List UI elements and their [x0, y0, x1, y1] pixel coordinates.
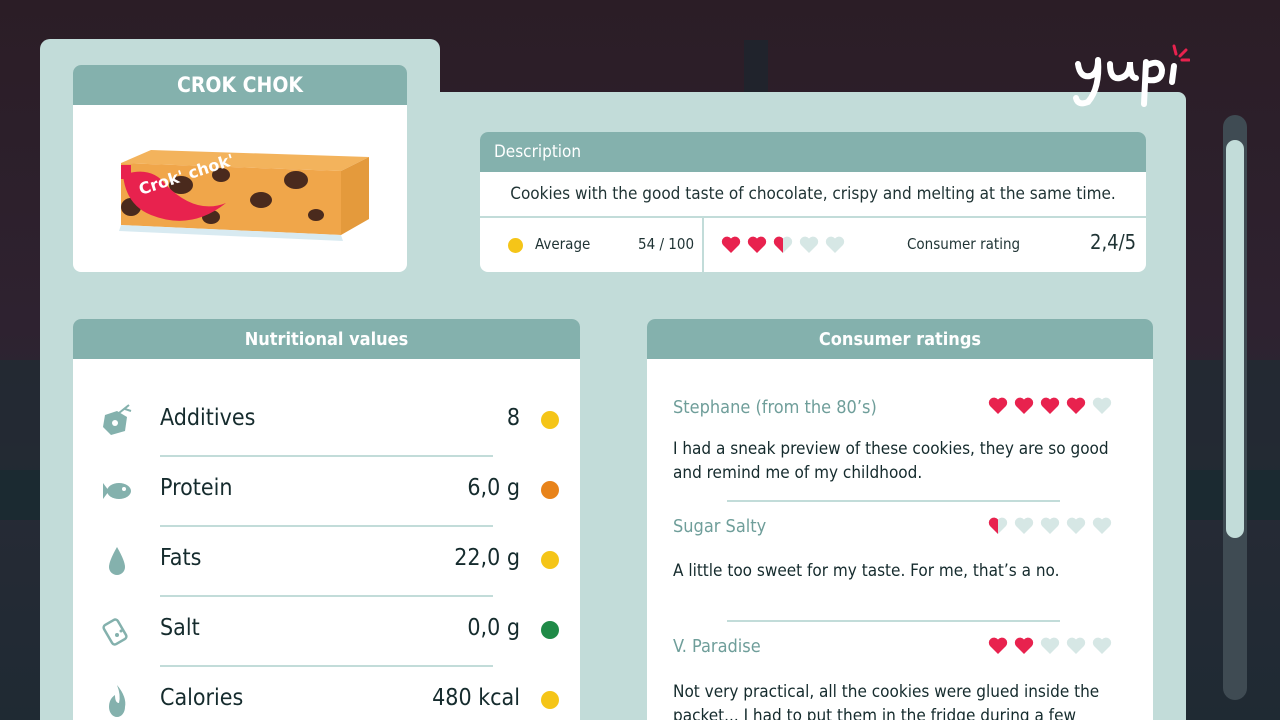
nutrition-status-dot [541, 551, 559, 569]
nutrition-status-dot [541, 621, 559, 639]
salt-shaker-icon [102, 618, 128, 646]
heart-empty-icon [1066, 517, 1086, 534]
nutrition-status-dot [541, 411, 559, 429]
ratings-header: Consumer ratings [647, 319, 1153, 359]
yupi-logo [1073, 44, 1190, 107]
heart-empty-icon [1092, 517, 1112, 534]
flame-icon [109, 685, 126, 717]
nutrition-label: Salt [160, 615, 200, 641]
heart-empty-icon [1092, 637, 1112, 654]
nutrition-label: Calories [160, 685, 244, 711]
reviewer-name: V. Paradise [673, 636, 761, 657]
review-divider [727, 500, 1060, 502]
nutrition-value: 6,0 g [467, 475, 520, 501]
row-divider [702, 218, 704, 272]
fish-icon [103, 483, 131, 499]
consumer-rating-value: 2,4/5 [1090, 230, 1137, 254]
review-text: Not very practical, all the cookies were… [673, 682, 1100, 720]
nutrition-status-dot [541, 481, 559, 499]
review-text: I had a sneak preview of these cookies, … [673, 439, 1109, 483]
review-hearts [987, 514, 1113, 536]
score-row: Average 54 / 100 Consumer rating 2,4/5 [480, 218, 1146, 272]
additives-icon [103, 404, 132, 435]
heart-full-icon [1066, 397, 1086, 414]
review-divider [727, 620, 1060, 622]
heart-full-icon [988, 397, 1008, 414]
description-header: Description [480, 132, 1146, 172]
heart-full-icon [721, 236, 741, 253]
heart-empty-icon [1014, 517, 1034, 534]
nutrition-value: 8 [506, 405, 520, 431]
score-value: 54 / 100 [638, 235, 695, 253]
heart-empty-icon [1040, 637, 1060, 654]
description-card: Description Cookies with the good taste … [480, 132, 1146, 272]
heart-full-icon [1014, 637, 1034, 654]
heart-empty-icon [1066, 637, 1086, 654]
tower-silhouette [744, 40, 768, 100]
heart-full-icon [747, 236, 767, 253]
heart-empty-icon [799, 236, 819, 253]
heart-full-icon [1040, 397, 1060, 414]
heart-empty-icon [825, 236, 845, 253]
consumer-ratings-card: Consumer ratings Stephane (from the 80’s… [647, 319, 1153, 720]
nutrition-row-protein: Protein 6,0 g [73, 457, 580, 527]
reviewer-name: Stephane (from the 80’s) [673, 397, 877, 418]
nutrition-row-salt: Salt 0,0 g [73, 597, 580, 667]
heart-empty-icon [1092, 397, 1112, 414]
nutrition-status-dot [541, 691, 559, 709]
drop-icon [109, 547, 125, 575]
heart-full-icon [988, 637, 1008, 654]
product-card: CROK CHOK Crok' chok' [73, 65, 407, 272]
reviewer-name: Sugar Salty [673, 516, 767, 537]
nutrition-value: 480 kcal [432, 685, 520, 711]
consumer-rating-hearts [720, 233, 846, 255]
score-label: Average [535, 235, 591, 253]
consumer-rating-label: Consumer rating [907, 235, 1021, 253]
heart-half-icon [773, 236, 793, 253]
nutrition-row-additives: Additives 8 [73, 387, 580, 457]
nutrition-label: Protein [160, 475, 233, 501]
nutrition-row-calories: Calories 480 kcal [73, 667, 580, 720]
product-name: CROK CHOK [73, 65, 407, 105]
scrollbar-thumb[interactable] [1226, 140, 1244, 538]
review-text: A little too sweet for my taste. For me,… [673, 561, 1060, 581]
nutrition-header: Nutritional values [73, 319, 580, 359]
heart-empty-icon [1040, 517, 1060, 534]
review-hearts [987, 394, 1113, 416]
nutrition-label: Additives [160, 405, 256, 431]
heart-half-icon [988, 517, 1008, 534]
nutrition-card: Nutritional values Additives 8 Protein 6… [73, 319, 580, 720]
nutrition-row-fats: Fats 22,0 g [73, 527, 580, 597]
review-hearts [987, 634, 1113, 656]
heart-full-icon [1014, 397, 1034, 414]
score-indicator-dot [508, 238, 523, 253]
description-text: Cookies with the good taste of chocolate… [480, 172, 1146, 218]
nutrition-value: 22,0 g [454, 545, 520, 571]
cookie-box-image: Crok' chok' [119, 150, 369, 241]
nutrition-value: 0,0 g [467, 615, 520, 641]
nutrition-label: Fats [160, 545, 202, 571]
